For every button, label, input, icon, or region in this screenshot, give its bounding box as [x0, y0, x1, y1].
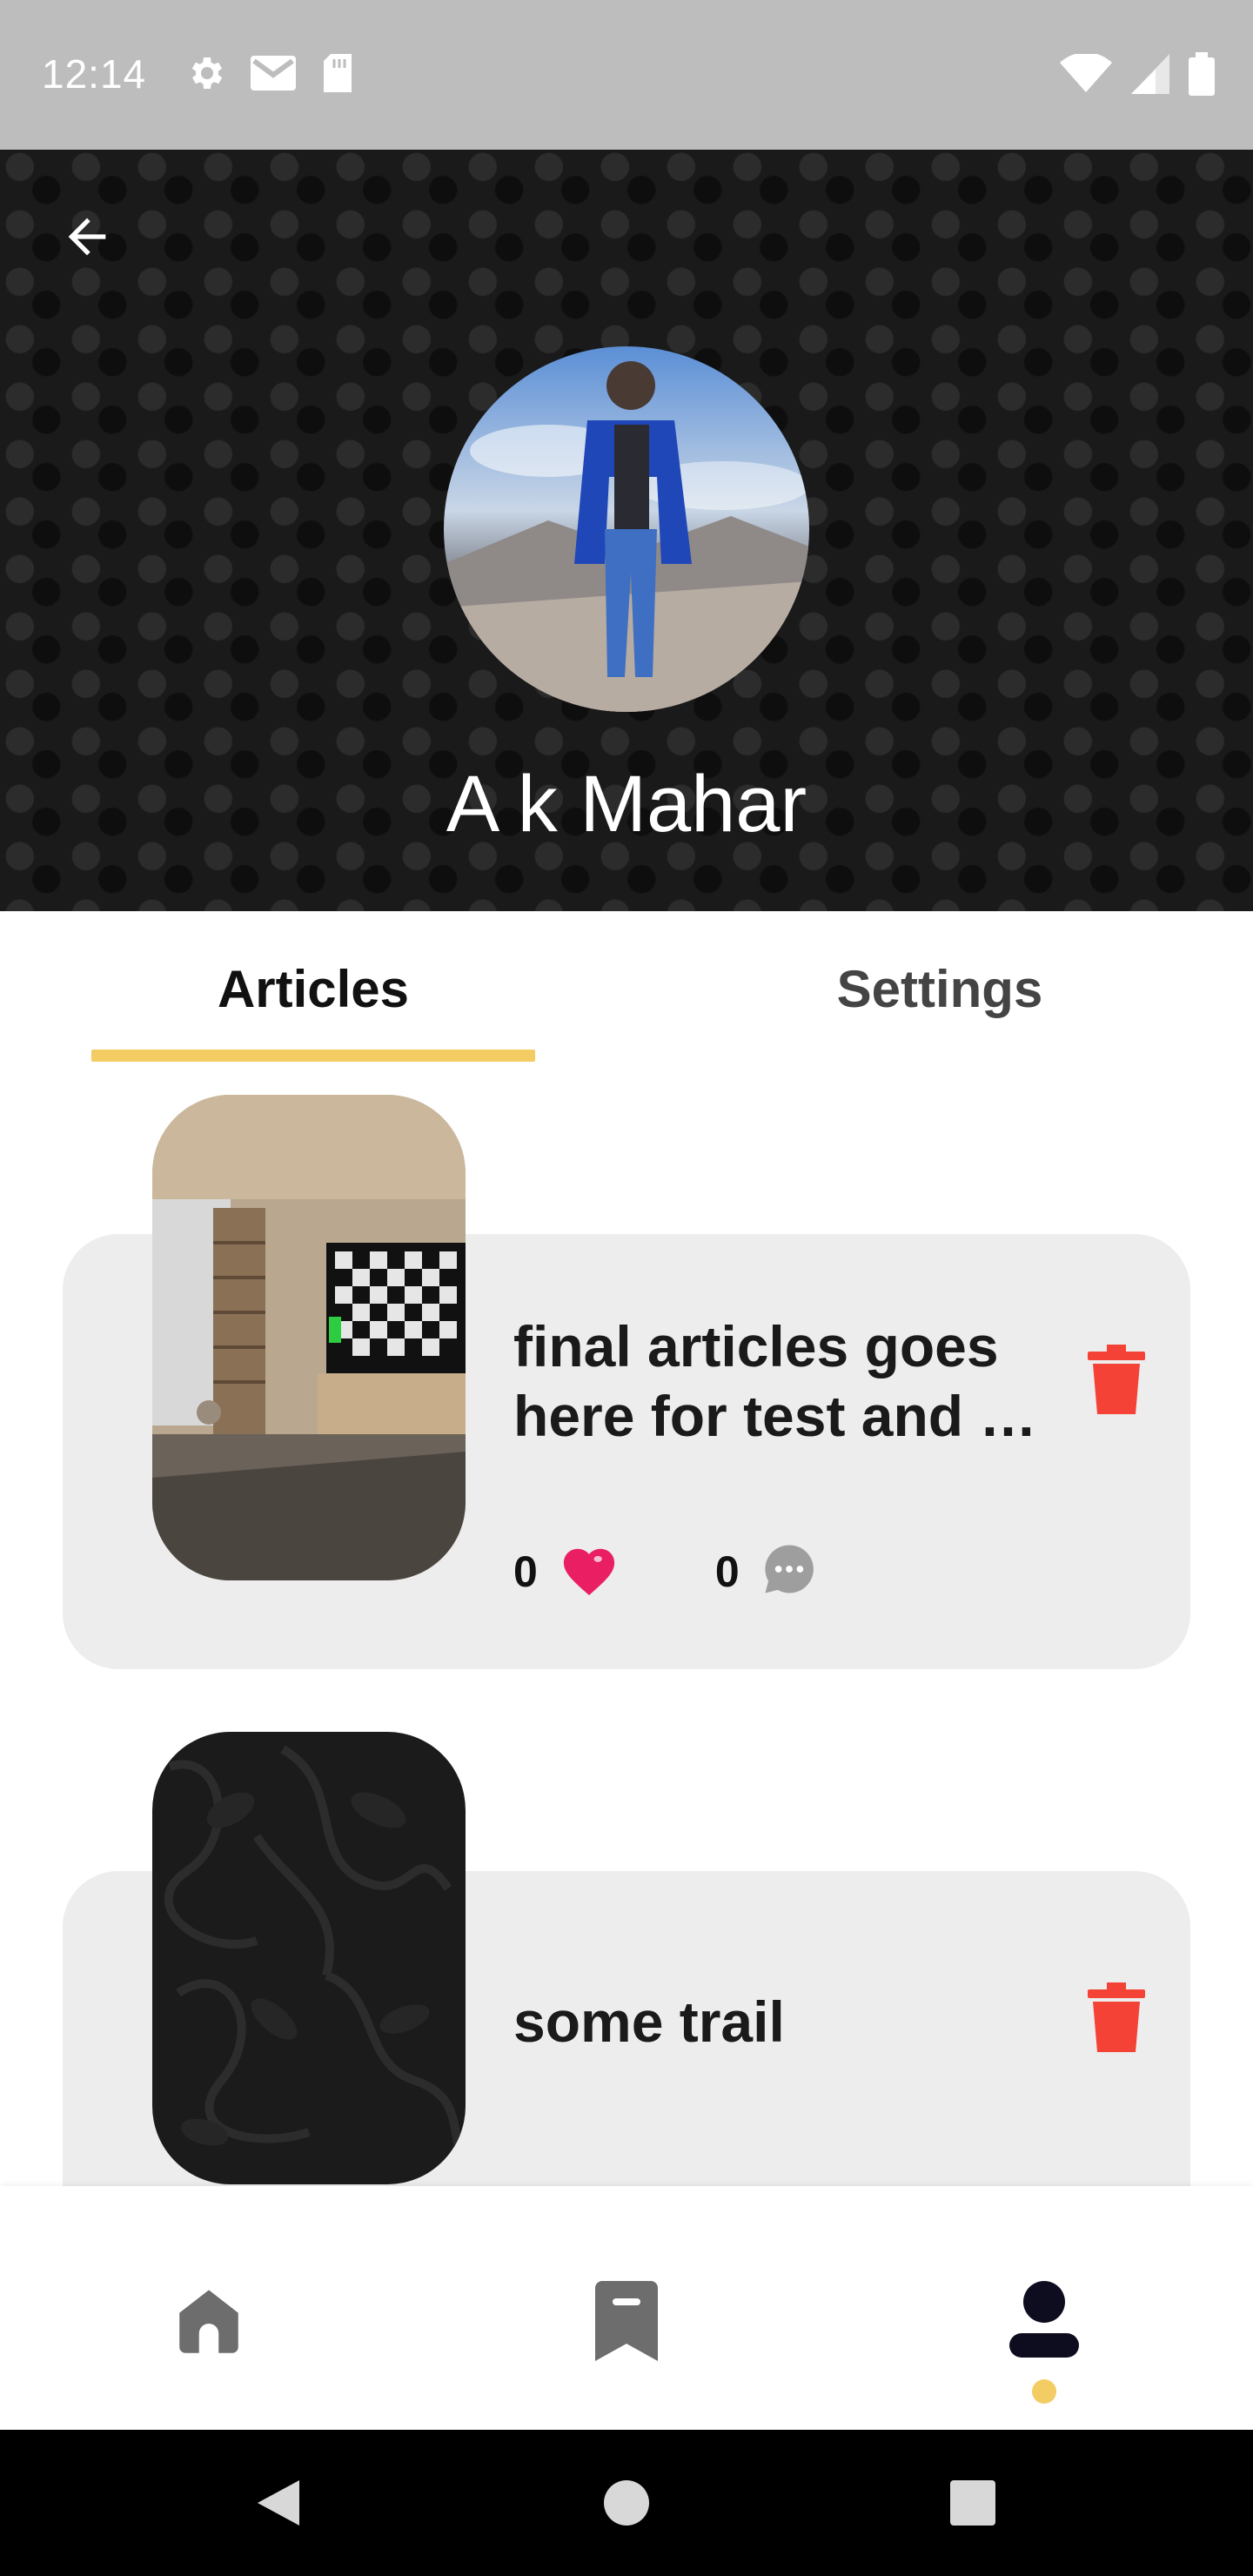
system-home-button[interactable] — [592, 2468, 661, 2538]
sd-card-icon — [320, 52, 355, 98]
likes-count: 0 — [513, 1546, 538, 1596]
tab-indicator — [91, 1050, 535, 1062]
profile-name: A k Mahar — [446, 760, 807, 849]
heart-icon[interactable] — [559, 1541, 620, 1601]
trash-icon — [1088, 1982, 1145, 2052]
wifi-icon — [1060, 52, 1112, 98]
status-icons-left — [184, 52, 355, 98]
delete-button[interactable] — [1088, 1345, 1145, 1414]
nav-profile[interactable] — [1001, 2277, 1088, 2365]
bottom-nav — [0, 2186, 1253, 2430]
system-recents-button[interactable] — [938, 2468, 1008, 2538]
article-thumbnail — [152, 1095, 466, 1580]
triangle-back-icon — [258, 2480, 299, 2526]
avatar — [444, 346, 809, 712]
status-icons-right — [1060, 52, 1215, 100]
comment-icon[interactable] — [761, 1540, 818, 1602]
arrow-back-icon — [68, 218, 106, 256]
nav-home[interactable] — [165, 2277, 252, 2365]
back-button[interactable] — [52, 202, 122, 272]
circle-home-icon — [604, 2480, 649, 2526]
bookmark-icon — [595, 2281, 658, 2361]
article-title[interactable]: some trail — [513, 1987, 1044, 2056]
battery-icon — [1189, 52, 1215, 100]
tab-articles[interactable]: Articles — [91, 911, 535, 1066]
comments-count: 0 — [714, 1546, 740, 1596]
gmail-icon — [249, 53, 298, 97]
tab-settings[interactable]: Settings — [722, 911, 1157, 1066]
square-recents-icon — [950, 2480, 995, 2526]
article-stats: 0 0 — [513, 1540, 818, 1602]
trash-icon — [1088, 1345, 1145, 1414]
profile-icon — [1009, 2281, 1079, 2358]
delete-button[interactable] — [1088, 1982, 1145, 2052]
system-nav-bar — [0, 2430, 1253, 2576]
tab-bar: Articles Settings — [0, 911, 1253, 1066]
article-title[interactable]: final articles goes here for test and … — [513, 1311, 1044, 1451]
status-time: 12:14 — [42, 51, 147, 97]
status-bar: 12:14 — [0, 0, 1253, 150]
profile-header: A k Mahar — [0, 150, 1253, 911]
settings-icon — [184, 52, 226, 98]
active-indicator-dot — [1032, 2379, 1056, 2404]
nav-bookmark[interactable] — [583, 2277, 670, 2365]
article-thumbnail — [152, 1732, 466, 2184]
home-icon — [179, 2290, 238, 2353]
system-back-button[interactable] — [244, 2468, 313, 2538]
signal-icon — [1131, 54, 1169, 98]
